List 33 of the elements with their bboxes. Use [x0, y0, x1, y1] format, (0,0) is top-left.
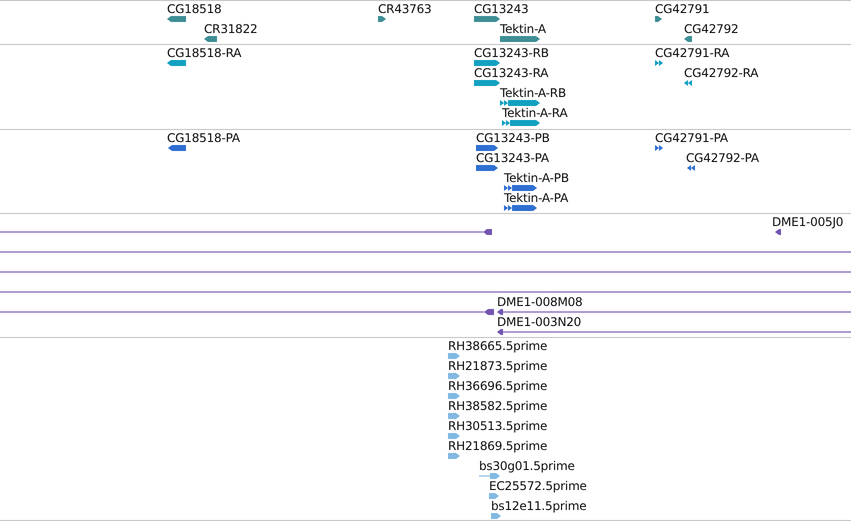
feature-label: RH21869.5prime	[448, 439, 548, 453]
feature-label: EC25572.5prime	[489, 479, 587, 493]
feature-label: Tektin-A-PB	[504, 171, 569, 185]
feature-label: CG18518	[167, 2, 222, 16]
feature-label: CR43763	[378, 2, 432, 16]
feature-label: RH38582.5prime	[448, 399, 548, 413]
feature-label: Tektin-A-RB	[500, 86, 566, 100]
feature-label: Tektin-A-RA	[502, 106, 568, 120]
feature-label: CG13243-RB	[474, 46, 549, 60]
feature-label: CG18518-RA	[167, 46, 242, 60]
feature-label: CG18518-PA	[167, 131, 240, 145]
feature-label: CR31822	[204, 22, 258, 36]
feature-label: CG13243-PA	[476, 151, 549, 165]
feature-label: CG42791-RA	[655, 46, 730, 60]
feature-label: CG42792-RA	[684, 66, 758, 80]
feature-label: CG13243	[474, 2, 528, 16]
feature-label: bs12e11.5prime	[491, 499, 586, 513]
feature-label: CG42792	[684, 22, 738, 36]
feature-label: bs30g01.5prime	[479, 459, 575, 473]
feature-label: RH30513.5prime	[448, 419, 548, 433]
feature-label: RH21873.5prime	[448, 359, 548, 373]
feature-label: RH36696.5prime	[448, 379, 548, 393]
feature-label: Tektin-A	[500, 22, 546, 36]
feature-label: CG42792-PA	[686, 151, 759, 165]
feature-label: RH38665.5prime	[448, 339, 548, 353]
feature-label: Tektin-A-PA	[504, 191, 568, 205]
feature-label: DME1-003N20	[497, 315, 582, 329]
feature-label: CG42791	[655, 2, 710, 16]
feature-label: CG13243-PB	[476, 131, 550, 145]
feature-label: DME1-005J0	[772, 215, 844, 229]
feature-label: CG42791-PA	[655, 131, 728, 145]
feature-label: DME1-008M08	[497, 295, 582, 309]
feature-label: CG13243-RA	[474, 66, 548, 80]
